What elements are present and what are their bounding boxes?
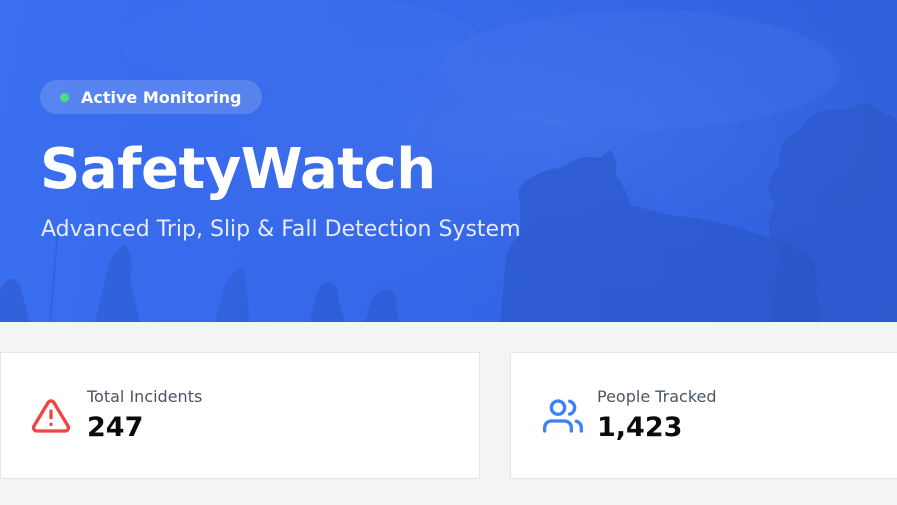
stat-label: Total Incidents (87, 386, 203, 406)
stat-card-total-incidents: Total Incidents 247 (0, 352, 480, 479)
users-icon (543, 398, 583, 433)
stat-value: 247 (87, 411, 144, 443)
status-badge-label: Active Monitoring (81, 87, 242, 107)
stat-value: 1,423 (597, 411, 683, 443)
status-badge: Active Monitoring (40, 80, 262, 114)
stat-label: People Tracked (597, 386, 717, 406)
page-title: SafetyWatch (40, 137, 436, 202)
page-subtitle: Advanced Trip, Slip & Fall Detection Sys… (41, 217, 521, 242)
status-dot-icon (60, 92, 69, 102)
hero-banner: Active Monitoring SafetyWatch Advanced T… (0, 0, 897, 322)
alert-triangle-icon (31, 398, 71, 433)
stat-card-people-tracked: People Tracked 1,423 (510, 352, 897, 479)
